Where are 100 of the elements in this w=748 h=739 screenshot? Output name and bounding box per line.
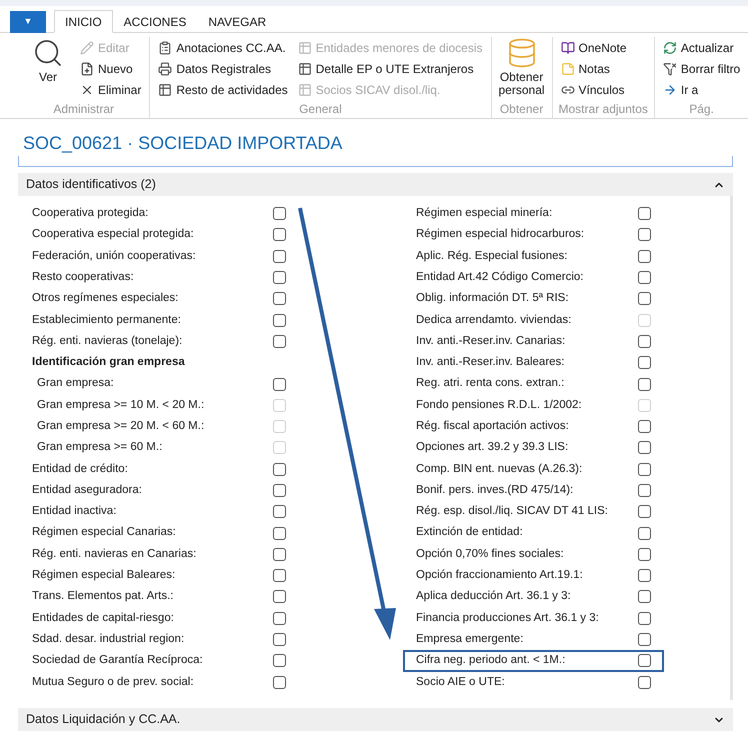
field-label: Entidad Art.42 Código Comercio: [416,270,584,285]
ribbon-large-button[interactable]: Ver [24,37,72,100]
ribbon-button[interactable]: Resto de actividades [156,79,290,100]
ribbon-button[interactable]: Vínculos [558,79,629,100]
checkbox[interactable] [273,654,286,668]
ribbon-button[interactable]: Borrar filtro [660,58,742,79]
checkbox[interactable] [638,378,651,391]
arrow-right-icon [662,82,677,96]
field-label: Bonif. pers. inves.(RD 475/14): [416,482,574,498]
field-label: Régimen especial minería: [416,206,554,222]
checkbox[interactable] [638,292,651,306]
checkbox[interactable] [638,526,651,540]
field-label: Dedica arrendamto. viviendas: [416,312,572,328]
checkbox[interactable] [273,633,286,646]
clipboard-icon [158,40,172,54]
ribbon-button[interactable]: Actualizar [660,37,742,58]
checkbox[interactable] [273,548,286,561]
checkbox[interactable] [638,334,651,348]
checkbox[interactable] [273,334,286,348]
ribbon-button[interactable]: Ir a [660,79,742,100]
filter-clear-icon [662,62,677,76]
field-label: Otros regímenes especiales: [32,291,180,306]
checkbox[interactable] [273,590,286,604]
checkbox[interactable] [638,250,651,263]
checkbox[interactable] [638,654,651,668]
field-label: Opciones art. 39.2 y 39.3 LIS: [416,440,570,456]
table-icon [298,62,312,76]
checkbox[interactable] [273,484,286,497]
menu-button[interactable]: ▼ [10,11,46,33]
group-label: Obtener [498,101,544,118]
field-label: Sociedad de Garantía Recíproca: [32,653,204,668]
checkbox[interactable] [638,484,651,497]
ribbon-tab[interactable]: INICIO [54,10,113,33]
pencil-icon [80,40,94,54]
checkbox[interactable] [273,271,286,284]
section-header[interactable]: Datos identificativos (2) [18,173,733,196]
page-title: SOC_00621 · SOCIEDAD IMPORTADA [22,132,344,155]
section-header[interactable]: Datos Liquidación y CC.AA. [18,708,733,731]
checkbox[interactable] [273,676,286,689]
checkbox[interactable] [273,462,286,476]
ribbon-tab[interactable]: ACCIONES [112,10,198,33]
field-label: Entidad inactiva: [32,504,118,520]
field-label: Rég. enti. navieras (tonelaje): [32,334,184,349]
checkbox[interactable] [273,569,286,582]
checkbox[interactable] [273,378,286,391]
checkbox[interactable] [273,292,286,306]
checkbox[interactable] [273,250,286,263]
field-label: Oblig. información DT. 5ª RIS: [416,291,570,306]
checkbox[interactable] [638,548,651,561]
field-label: Inv. anti.-Reser.inv. Baleares: [416,355,566,370]
field-label: Fondo pensiones R.D.L. 1/2002: [416,398,583,413]
field-label: Opción 0,70% fines sociales: [416,546,565,562]
checkbox[interactable] [638,676,651,689]
checkbox[interactable] [273,526,286,540]
checkbox[interactable] [273,505,286,518]
table-icon [158,82,172,96]
field-label: Cifra neg. periodo ant. < 1M.: [416,653,566,668]
ribbon-tab[interactable]: NAVEGAR [197,10,278,33]
field-label: Gran empresa >= 20 M. < 60 M.: [37,418,206,434]
ribbon-button[interactable]: Detalle EP o UTE Extranjeros [296,58,485,79]
checkbox[interactable] [638,441,651,454]
checkbox[interactable] [638,356,651,370]
checkbox[interactable] [273,314,286,327]
field-label: Gran empresa: [37,376,115,392]
checkbox[interactable] [638,569,651,582]
field-label: Comp. BIN ent. nuevas (A.26.3): [416,462,584,477]
checkbox[interactable] [638,633,651,646]
ribbon-button[interactable]: Datos Registrales [156,58,290,79]
checkbox[interactable] [638,612,651,625]
note-icon [560,62,575,76]
field-label: Establecimiento permanente: [32,312,182,328]
ribbon-button[interactable]: OneNote [558,37,629,58]
ribbon-large-button[interactable]: Obtener personal [498,37,546,100]
field-label: Régimen especial hidrocarburos: [416,227,586,242]
checkbox[interactable] [638,228,651,242]
checkbox[interactable] [273,228,286,242]
field-label: Empresa emergente: [416,632,524,647]
ribbon-button[interactable]: Nuevo [78,58,144,79]
checkbox[interactable] [638,207,651,220]
field-label: Entidad aseguradora: [32,482,143,498]
field-label: Entidades de capital-riesgo: [32,610,175,626]
field-label: Sdad. desar. industrial region: [32,632,186,647]
checkbox[interactable] [638,590,651,604]
checkbox[interactable] [273,207,286,220]
checkbox[interactable] [273,612,286,625]
group-heading: Identificación gran empresa [32,355,185,370]
field-label: Entidad de crédito: [32,462,129,477]
ribbon-button[interactable]: Eliminar [78,79,144,100]
group-label: Pág. [688,101,715,118]
checkbox[interactable] [638,462,651,476]
field-label: Federación, unión cooperativas: [32,248,197,264]
ribbon-button[interactable]: Notas [558,58,629,79]
field-label: Gran empresa >= 60 M.: [37,440,164,456]
field-label: Régimen especial Baleares: [32,568,176,584]
checkbox[interactable] [638,420,651,434]
checkbox[interactable] [638,271,651,284]
group-label: Administrar [52,101,116,118]
checkbox[interactable] [638,505,651,518]
book-icon [560,40,575,54]
ribbon-button[interactable]: Anotaciones CC.AA. [156,37,290,58]
